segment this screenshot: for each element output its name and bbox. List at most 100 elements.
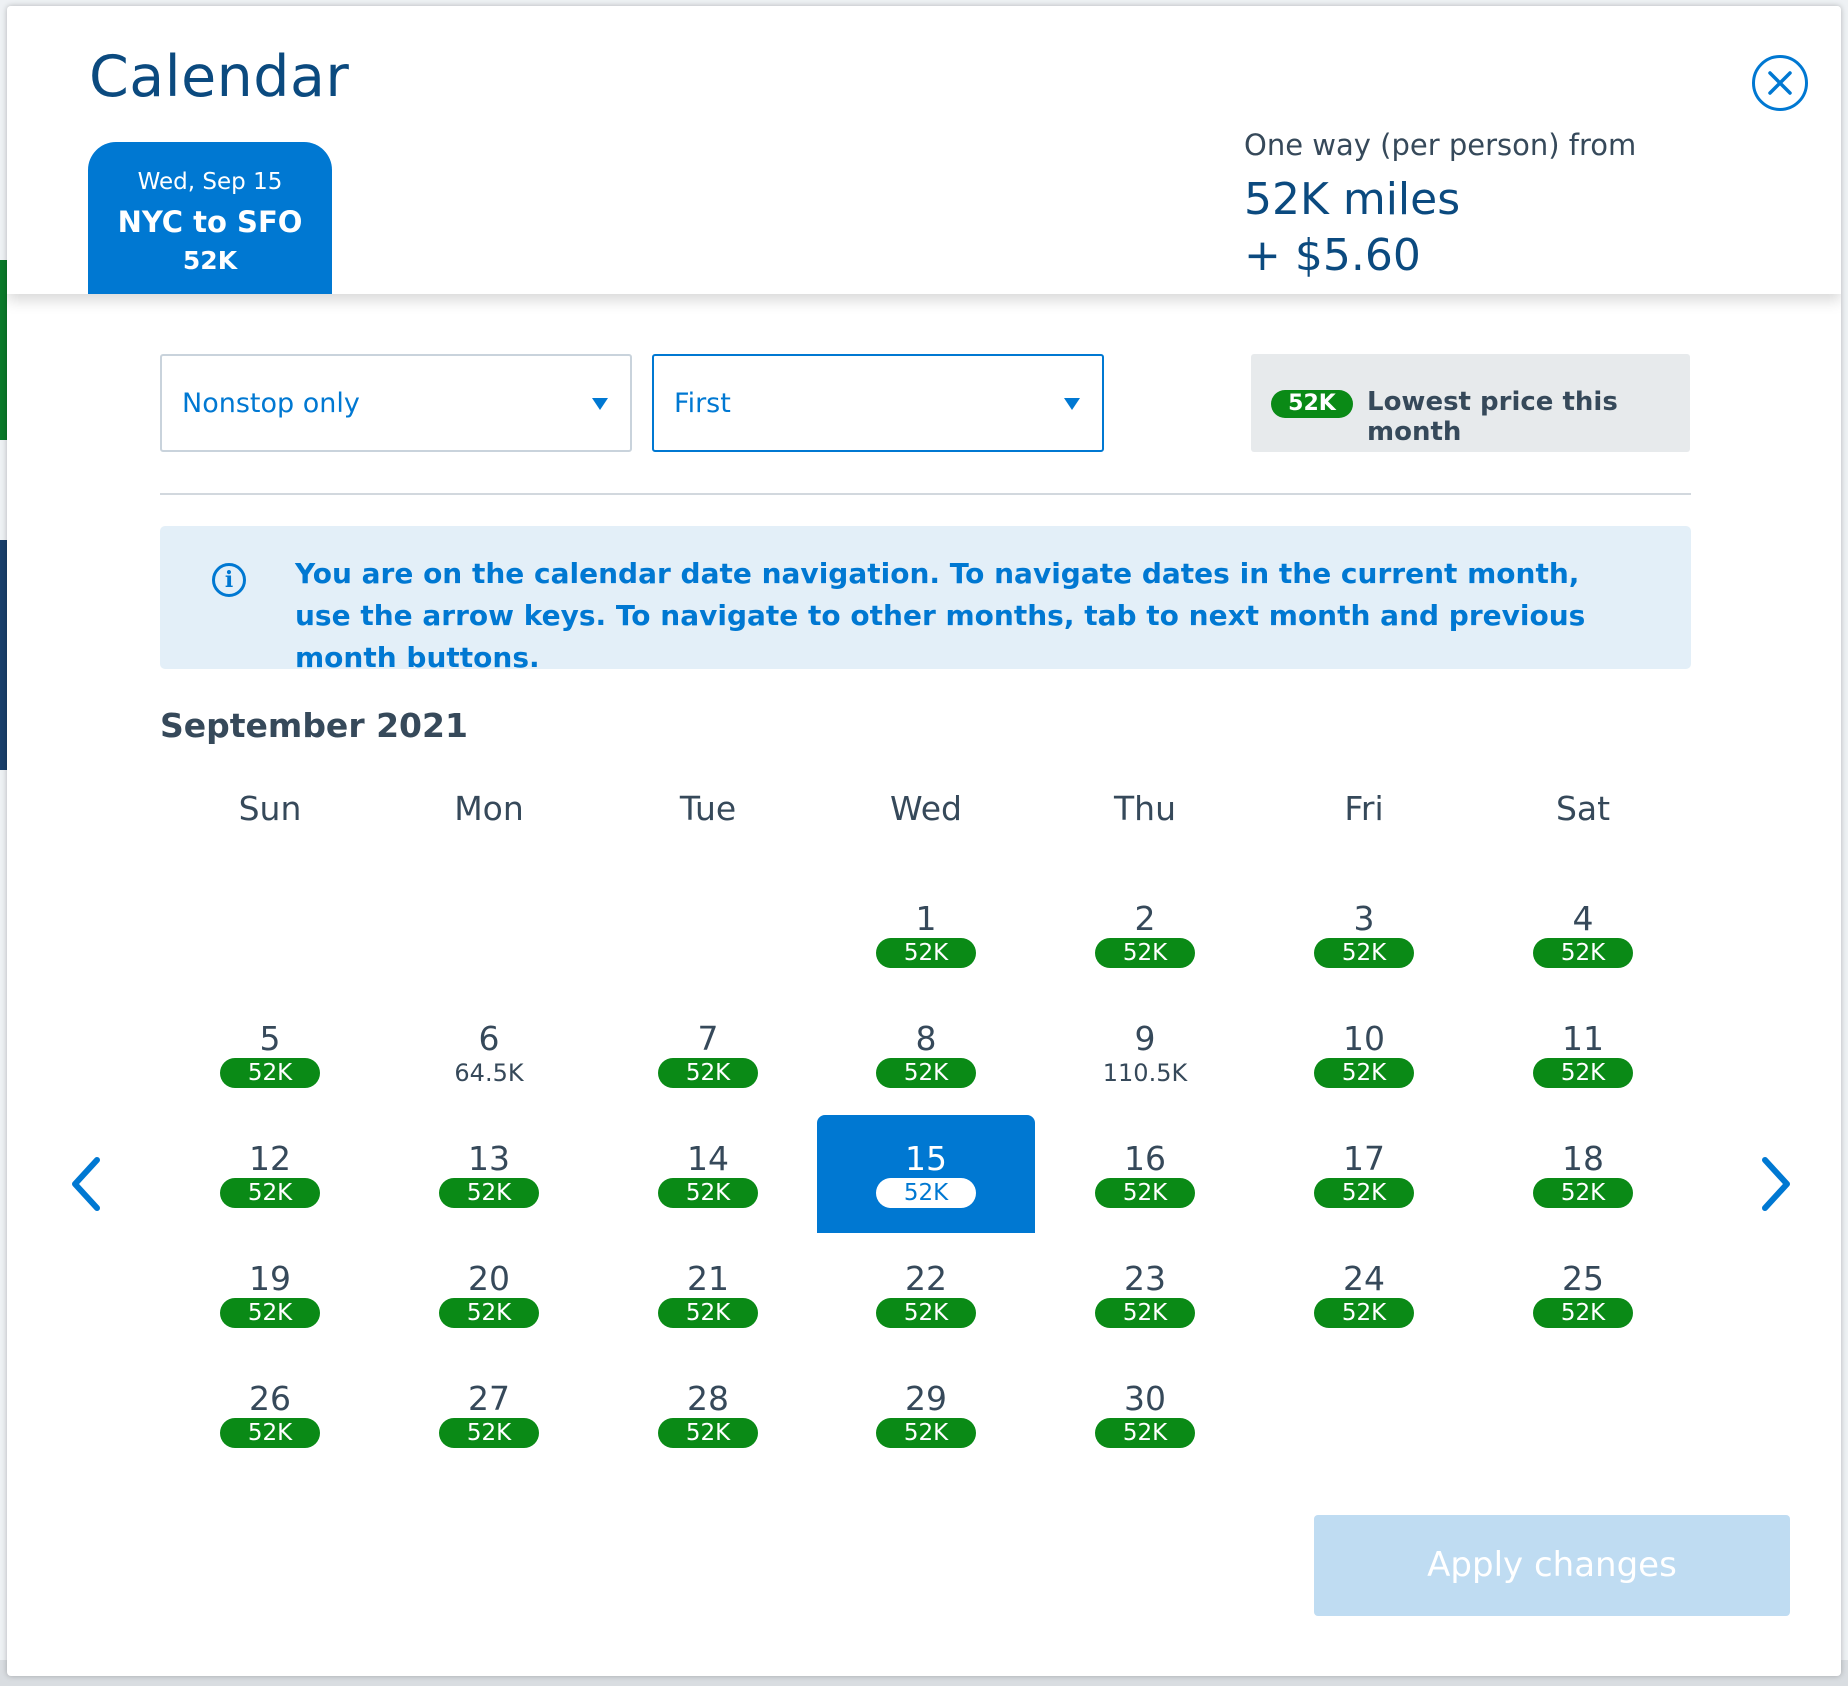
- info-text: You are on the calendar date navigation.…: [295, 557, 1586, 674]
- lowest-price-pill: 52K: [1533, 938, 1633, 968]
- day-number: 12: [249, 1139, 291, 1178]
- day-number: 4: [1572, 899, 1594, 938]
- day-number: 28: [687, 1379, 729, 1418]
- modal-title: Calendar: [89, 44, 350, 110]
- lowest-price-pill: 52K: [220, 1298, 320, 1328]
- day-number: 6: [478, 1019, 500, 1058]
- day-number: 25: [1562, 1259, 1604, 1298]
- lowest-price-pill: 52K: [876, 1058, 976, 1088]
- lowest-price-pill: 52K: [1095, 1418, 1195, 1448]
- day-number: 15: [905, 1139, 947, 1178]
- chevron-left-icon: [72, 1157, 100, 1211]
- day-number: 19: [249, 1259, 291, 1298]
- day-cell[interactable]: 19 52K: [161, 1235, 379, 1353]
- day-number: 18: [1562, 1139, 1604, 1178]
- day-number: 20: [468, 1259, 510, 1298]
- day-cell[interactable]: 12 52K: [161, 1115, 379, 1233]
- day-cell[interactable]: 24 52K: [1255, 1235, 1473, 1353]
- lowest-price-pill: 52K: [220, 1178, 320, 1208]
- legend-text: Lowest price this month: [1367, 387, 1618, 447]
- lowest-price-pill: 52K: [1314, 1178, 1414, 1208]
- day-number: 13: [468, 1139, 510, 1178]
- lowest-price-pill: 52K: [876, 1178, 976, 1208]
- day-cell[interactable]: 14 52K: [599, 1115, 817, 1233]
- day-cell[interactable]: 10 52K: [1255, 995, 1473, 1113]
- lowest-price-pill: 52K: [1095, 1178, 1195, 1208]
- weekday-label: Fri: [1344, 789, 1384, 828]
- stops-select[interactable]: Nonstop only: [160, 354, 632, 452]
- fare-label: One way (per person) from: [1244, 128, 1637, 162]
- day-cell[interactable]: 18 52K: [1474, 1115, 1692, 1233]
- lowest-price-pill: 52K: [1095, 1298, 1195, 1328]
- day-cell[interactable]: 23 52K: [1036, 1235, 1254, 1353]
- lowest-price-pill: 52K: [876, 1418, 976, 1448]
- day-cell[interactable]: 8 52K: [817, 995, 1035, 1113]
- weekday-label: Mon: [454, 789, 524, 828]
- chevron-right-icon: [1762, 1157, 1790, 1211]
- weekday-label: Tue: [679, 789, 737, 828]
- lowest-price-pill: 52K: [1533, 1058, 1633, 1088]
- modal-header: Calendar Wed, Sep 15 NYC to SFO 52K One …: [7, 6, 1841, 294]
- day-cell[interactable]: 7 52K: [599, 995, 817, 1113]
- lowest-price-pill: 52K: [1095, 938, 1195, 968]
- lowest-price-pill: 52K: [439, 1178, 539, 1208]
- day-number: 5: [259, 1019, 281, 1058]
- day-cell[interactable]: 28 52K: [599, 1355, 817, 1473]
- lowest-price-pill: 52K: [1314, 938, 1414, 968]
- trip-tab[interactable]: Wed, Sep 15 NYC to SFO 52K: [88, 142, 332, 294]
- day-cell[interactable]: 9 110.5K: [1036, 995, 1254, 1113]
- day-cell-selected[interactable]: 15 52K: [817, 1115, 1035, 1233]
- day-cell[interactable]: 13 52K: [380, 1115, 598, 1233]
- lowest-price-pill: 52K: [439, 1418, 539, 1448]
- price-legend: 52K Lowest price this month: [1251, 354, 1690, 452]
- day-cell[interactable]: 2 52K: [1036, 875, 1254, 993]
- cabin-select[interactable]: First: [652, 354, 1104, 452]
- divider: [160, 493, 1691, 495]
- day-cell[interactable]: 5 52K: [161, 995, 379, 1113]
- previous-month-button[interactable]: [67, 1154, 107, 1214]
- day-cell[interactable]: 22 52K: [817, 1235, 1035, 1353]
- lowest-price-pill: 52K: [439, 1298, 539, 1328]
- weekday-label: Sat: [1555, 789, 1611, 828]
- lowest-price-pill: 52K: [1314, 1058, 1414, 1088]
- day-cell[interactable]: 17 52K: [1255, 1115, 1473, 1233]
- apply-changes-button[interactable]: Apply changes: [1314, 1515, 1790, 1616]
- day-price: 110.5K: [1102, 1059, 1188, 1087]
- lowest-price-pill: 52K: [1314, 1298, 1414, 1328]
- caret-down-icon: [592, 398, 608, 410]
- day-cell[interactable]: 20 52K: [380, 1235, 598, 1353]
- day-number: 17: [1343, 1139, 1385, 1178]
- fare-miles: 52K miles: [1244, 174, 1461, 225]
- day-cell[interactable]: 16 52K: [1036, 1115, 1254, 1233]
- lowest-price-pill: 52K: [876, 938, 976, 968]
- day-number: 24: [1343, 1259, 1385, 1298]
- day-number: 2: [1134, 899, 1156, 938]
- day-cell[interactable]: 11 52K: [1474, 995, 1692, 1113]
- caret-down-icon: [1064, 398, 1080, 410]
- day-cell[interactable]: 1 52K: [817, 875, 1035, 993]
- close-icon: [1768, 71, 1792, 95]
- day-number: 3: [1353, 899, 1375, 938]
- weekday-label: Wed: [890, 789, 962, 828]
- trip-route: NYC to SFO: [117, 205, 303, 239]
- calendar-modal: Calendar Wed, Sep 15 NYC to SFO 52K One …: [7, 6, 1841, 1676]
- day-cell[interactable]: 25 52K: [1474, 1235, 1692, 1353]
- lowest-price-pill: 52K: [658, 1418, 758, 1448]
- cabin-select-value: First: [674, 388, 731, 419]
- day-cell[interactable]: 3 52K: [1255, 875, 1473, 993]
- day-cell[interactable]: 26 52K: [161, 1355, 379, 1473]
- weekday-label: Thu: [1114, 789, 1176, 828]
- day-cell[interactable]: 6 64.5K: [380, 995, 598, 1113]
- day-cell[interactable]: 30 52K: [1036, 1355, 1254, 1473]
- day-cell[interactable]: 4 52K: [1474, 875, 1692, 993]
- lowest-price-pill: 52K: [876, 1298, 976, 1328]
- day-cell[interactable]: 29 52K: [817, 1355, 1035, 1473]
- trip-date: Wed, Sep 15: [137, 169, 283, 195]
- close-button[interactable]: [1752, 55, 1808, 111]
- month-title: September 2021: [160, 706, 468, 745]
- fare-fee: + $5.60: [1244, 230, 1421, 281]
- next-month-button[interactable]: [1755, 1154, 1795, 1214]
- lowest-price-pill: 52K: [658, 1058, 758, 1088]
- day-cell[interactable]: 27 52K: [380, 1355, 598, 1473]
- day-cell[interactable]: 21 52K: [599, 1235, 817, 1353]
